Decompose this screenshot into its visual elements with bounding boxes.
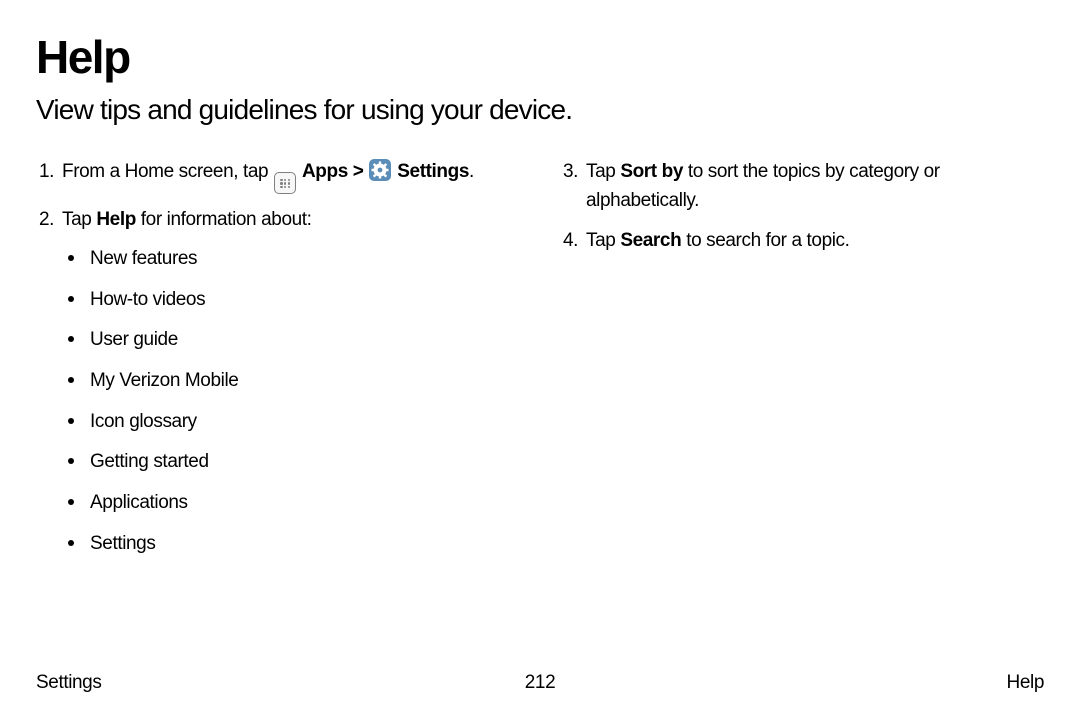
- apps-label: Apps: [302, 161, 348, 182]
- help-label: Help: [96, 209, 136, 230]
- list-item: How-to videos: [68, 288, 520, 313]
- sortby-label: Sort by: [620, 161, 683, 182]
- apps-icon: [274, 172, 296, 194]
- separator: >: [348, 161, 368, 182]
- search-label: Search: [620, 230, 681, 251]
- step-text: Tap: [586, 161, 620, 182]
- list-item: New features: [68, 247, 520, 272]
- step-4: 4. Tap Search to search for a topic.: [560, 227, 1044, 256]
- right-column: 3. Tap Sort by to sort the topics by cat…: [560, 158, 1044, 572]
- list-item: Getting started: [68, 450, 520, 475]
- step-text-end: to search for a topic.: [681, 230, 849, 251]
- footer-right: Help: [1007, 672, 1044, 694]
- step-text-end: .: [469, 161, 474, 182]
- footer-left: Settings: [36, 672, 101, 694]
- step-number: 1.: [36, 158, 62, 194]
- list-item: Settings: [68, 532, 520, 557]
- list-item: My Verizon Mobile: [68, 369, 520, 394]
- list-item: Applications: [68, 491, 520, 516]
- content-columns: 1. From a Home screen, tap Apps > Settin…: [36, 158, 1044, 572]
- settings-label: Settings: [397, 161, 469, 182]
- step-body: Tap Sort by to sort the topics by catego…: [586, 158, 1044, 215]
- step-2: 2. Tap Help for information about:: [36, 206, 520, 235]
- step-text: From a Home screen, tap: [62, 161, 273, 182]
- step-number: 3.: [560, 158, 586, 215]
- step-text-end: for information about:: [136, 209, 312, 230]
- page-number: 212: [525, 672, 556, 694]
- step-text: Tap: [62, 209, 96, 230]
- bullet-list: New features How-to videos User guide My…: [36, 247, 520, 557]
- step-body: Tap Help for information about:: [62, 206, 520, 235]
- step-number: 4.: [560, 227, 586, 256]
- page-title: Help: [36, 30, 1044, 84]
- list-item: Icon glossary: [68, 410, 520, 435]
- step-text: Tap: [586, 230, 620, 251]
- settings-gear-icon: [369, 159, 391, 181]
- left-column: 1. From a Home screen, tap Apps > Settin…: [36, 158, 520, 572]
- step-number: 2.: [36, 206, 62, 235]
- list-item: User guide: [68, 328, 520, 353]
- step-1: 1. From a Home screen, tap Apps > Settin…: [36, 158, 520, 194]
- step-3: 3. Tap Sort by to sort the topics by cat…: [560, 158, 1044, 215]
- page-footer: Settings 212 Help: [36, 672, 1044, 694]
- step-body: From a Home screen, tap Apps > Settings.: [62, 158, 520, 194]
- step-body: Tap Search to search for a topic.: [586, 227, 1044, 256]
- page-subtitle: View tips and guidelines for using your …: [36, 94, 1044, 126]
